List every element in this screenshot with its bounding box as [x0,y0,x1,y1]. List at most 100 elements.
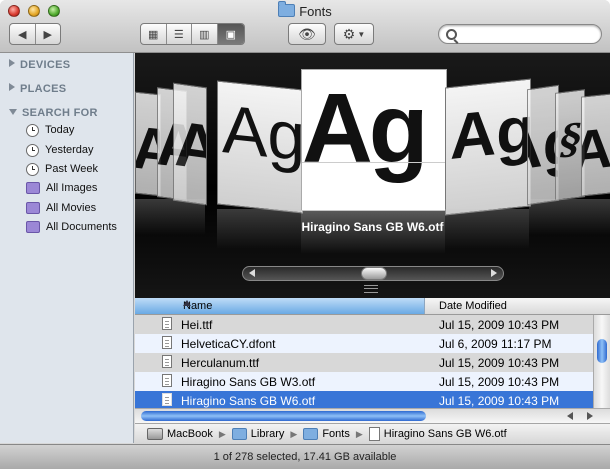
path-segment-fonts[interactable]: Fonts ▶ [303,428,363,440]
coverflow-view-button[interactable]: ▣ [217,24,244,44]
sidebar-item-all-documents[interactable]: All Documents [26,218,117,236]
sidebar-item-yesterday[interactable]: Yesterday [26,141,94,159]
sidebar-item-all-images[interactable]: All Images [26,179,97,197]
scroll-right-icon[interactable] [587,412,593,420]
back-forward-control: ◀ ▶ [9,23,61,45]
font-sample: Ag [581,111,610,183]
eye-icon: 👁 [298,25,316,42]
table-row[interactable]: HelveticaCY.dfont Jul 6, 2009 11:17 PM [135,334,593,353]
clock-icon [26,123,39,137]
horizontal-scrollbar[interactable] [135,408,610,423]
sidebar-section-label: DEVICES [20,59,71,71]
table-row[interactable]: Hiragino Sans GB W3.otf Jul 15, 2009 10:… [135,372,593,391]
search-field[interactable] [438,24,602,44]
search-input[interactable] [461,27,597,43]
sidebar-item-label: All Documents [46,221,117,233]
sidebar-section-places[interactable]: PLACES [9,83,66,95]
font-sample: Ag [222,91,303,176]
sidebar-item-label: Today [45,124,75,136]
action-menu-button[interactable]: ⚙ ▼ [334,23,374,45]
document-icon [162,355,172,368]
scroll-left-icon[interactable] [249,269,255,277]
file-date: Jul 15, 2009 10:43 PM [439,318,560,332]
column-header-name[interactable]: Name [135,298,425,314]
document-icon [162,393,172,406]
clock-icon [26,162,39,176]
list-view-button[interactable]: ☰ [167,24,193,44]
path-bar: MacBook ▶ Library ▶ Fonts ▶ Hiragino San… [135,423,610,444]
file-name: HelveticaCY.dfont [181,337,276,351]
sidebar-item-today[interactable]: Today [26,121,74,139]
finder-window: Fonts ◀ ▶ ▦ ☰ ▥ ▣ 👁 ⚙ ▼ DEVICES PLACES SE… [0,0,610,469]
quick-look-button[interactable]: 👁 [288,23,326,45]
folder-icon [303,428,319,440]
font-sample: Ag [302,73,429,183]
clock-icon [26,143,39,157]
scroll-left-icon[interactable] [567,412,573,420]
table-row[interactable]: Hei.ttf Jul 15, 2009 10:43 PM [135,315,593,334]
sidebar-section-devices[interactable]: DEVICES [9,59,70,71]
column-view-button[interactable]: ▥ [192,24,218,44]
back-arrow-icon: ◀ [18,28,27,41]
icon-view-button[interactable]: ▦ [141,24,167,44]
document-icon [162,317,172,330]
file-name: Hiragino Sans GB W6.otf [181,394,316,408]
table-row[interactable]: Herculanum.ttf Jul 15, 2009 10:43 PM [135,353,593,372]
smart-folder-icon [26,202,40,214]
sidebar-section-search-for[interactable]: SEARCH FOR [9,107,98,119]
sidebar-item-past-week[interactable]: Past Week [26,160,98,178]
sidebar-section-label: PLACES [20,83,67,95]
path-segment-label: MacBook [167,428,213,440]
path-segment-label: Library [250,428,285,440]
horizontal-scroll-thumb[interactable] [141,411,426,421]
vertical-scrollbar[interactable] [593,315,610,408]
path-separator-icon: ▶ [218,428,226,439]
path-segment-file[interactable]: Hiragino Sans GB W6.otf [368,427,507,441]
sidebar-item-all-movies[interactable]: All Movies [26,199,96,217]
coverflow-scrollbar[interactable] [242,266,504,281]
coverflow-icon: ▣ [225,28,236,41]
path-separator-icon: ▶ [290,428,298,439]
grid-icon: ▦ [148,28,159,41]
scroll-right-icon[interactable] [491,269,497,277]
view-switcher: ▦ ☰ ▥ ▣ [140,23,245,45]
path-segment-label: Hiragino Sans GB W6.otf [383,428,507,440]
file-date: Jul 15, 2009 10:43 PM [439,375,560,389]
columns-icon: ▥ [199,28,210,41]
coverflow-item[interactable]: Ag [445,78,531,216]
column-header-date-modified[interactable]: Date Modified [439,300,507,312]
chevron-down-icon: ▼ [357,29,366,39]
font-sample: Ag [174,106,207,191]
back-button[interactable]: ◀ [10,24,36,44]
file-name: Hiragino Sans GB W3.otf [181,375,316,389]
forward-arrow-icon: ▶ [43,28,52,41]
document-icon [162,374,172,387]
font-sample-ornament: § [560,114,581,165]
coverflow-item[interactable]: Ag [217,80,303,214]
disclosure-down-icon [9,109,17,115]
path-segment-library[interactable]: Library ▶ [231,428,298,440]
coverflow-item[interactable]: Ag [173,82,207,206]
hard-drive-icon [147,428,163,440]
disclosure-right-icon [9,59,15,67]
table-row-selected[interactable]: Hiragino Sans GB W6.otf Jul 15, 2009 10:… [135,391,593,408]
sort-ascending-icon [183,300,191,306]
smart-folder-icon [26,182,40,194]
coverflow-scroll-thumb[interactable] [361,267,387,280]
forward-button[interactable]: ▶ [36,24,61,44]
file-name: Hei.ttf [181,318,213,332]
sidebar-item-label: Past Week [45,163,98,175]
path-segment-label: Fonts [322,428,350,440]
coverflow-item[interactable]: Ag [581,93,610,197]
baseline-rule [302,162,446,163]
file-name: Herculanum.ttf [181,356,260,370]
coverflow-current-item[interactable]: Ag [301,69,447,211]
vertical-scroll-thumb[interactable] [597,339,607,363]
sidebar-item-label: All Movies [46,202,97,214]
file-date: Jul 15, 2009 10:43 PM [439,394,560,408]
resize-grip-icon[interactable] [364,285,378,293]
document-icon [368,427,380,441]
coverflow-pane: Ag Ag Ag Ag Ag Ag Ag § Ag Hiragino Sans … [135,53,610,298]
coverflow-caption: Hiragino Sans GB W6.otf [301,220,444,234]
path-segment-macbook[interactable]: MacBook ▶ [147,428,226,440]
